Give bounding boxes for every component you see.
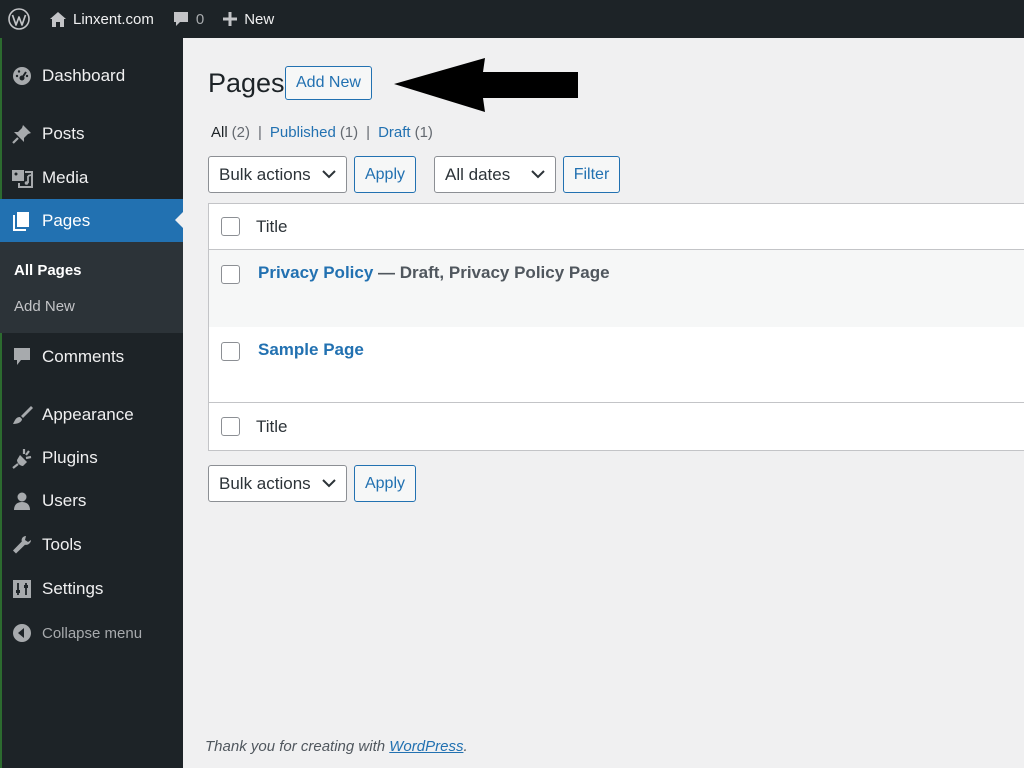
pages-table: Title Privacy Policy — Draft, Privacy Po…: [208, 203, 1024, 451]
sidebar-item-label: Dashboard: [42, 66, 126, 85]
wordpress-logo-icon[interactable]: [0, 0, 40, 38]
all-dates-select[interactable]: All dates: [434, 156, 556, 193]
sidebar-item-label: Media: [42, 168, 89, 187]
site-name-link[interactable]: Linxent.com: [40, 0, 163, 38]
page-state: — Draft, Privacy Policy Page: [373, 263, 610, 282]
submenu-item-add-new[interactable]: Add New: [14, 298, 75, 315]
wrench-icon: [10, 533, 34, 557]
bulk-actions-value: Bulk actions: [219, 473, 311, 493]
sidebar-item-label: Appearance: [42, 405, 134, 424]
sidebar-item-appearance[interactable]: Appearance: [0, 397, 183, 433]
filter-draft-count: (1): [414, 124, 433, 141]
comment-bubble-icon: [172, 11, 190, 28]
sidebar-item-comments[interactable]: Comments: [0, 339, 183, 375]
sidebar-item-label: Plugins: [42, 448, 98, 467]
footer-end: .: [463, 738, 468, 755]
sidebar-item-pages[interactable]: Pages: [0, 199, 183, 242]
row-checkbox[interactable]: [221, 265, 240, 284]
all-dates-value: All dates: [445, 164, 511, 184]
plus-icon: [222, 11, 238, 27]
select-all-checkbox-footer[interactable]: [221, 417, 240, 436]
filter-draft-link[interactable]: Draft (1): [378, 124, 433, 141]
table-footer-row: Title: [209, 403, 1024, 450]
home-icon: [49, 11, 67, 28]
select-all-checkbox[interactable]: [221, 217, 240, 236]
bulk-actions-value: Bulk actions: [219, 164, 311, 184]
sidebar-item-plugins[interactable]: Plugins: [0, 440, 183, 476]
pointer-arrow-icon: [394, 58, 578, 112]
column-footer-title[interactable]: Title: [256, 417, 288, 437]
status-filter-links: All (2) | Published (1) | Draft (1): [211, 124, 433, 141]
filter-button[interactable]: Filter: [563, 156, 620, 193]
sidebar-item-dashboard[interactable]: Dashboard: [0, 58, 183, 94]
new-content-link[interactable]: New: [213, 0, 283, 38]
chevron-down-icon: [322, 170, 336, 179]
submenu-item-all-pages[interactable]: All Pages: [14, 262, 82, 279]
pages-icon: [10, 209, 34, 233]
admin-bar: Linxent.com 0 New: [0, 0, 1024, 38]
row-title-link: Privacy Policy — Draft, Privacy Policy P…: [258, 263, 610, 283]
page-title-link[interactable]: Privacy Policy: [258, 263, 373, 282]
comments-link[interactable]: 0: [163, 0, 213, 38]
row-checkbox[interactable]: [221, 342, 240, 361]
pages-submenu: All Pages Add New: [0, 242, 183, 333]
sidebar-item-media[interactable]: Media: [0, 160, 183, 196]
table-row: Privacy Policy — Draft, Privacy Policy P…: [209, 250, 1024, 327]
brush-icon: [10, 403, 34, 427]
sidebar-item-tools[interactable]: Tools: [0, 527, 183, 563]
settings-icon: [10, 577, 34, 601]
sidebar-item-label: Comments: [42, 347, 125, 366]
user-icon: [10, 489, 34, 513]
page-title-link[interactable]: Sample Page: [258, 340, 364, 360]
footer-text: Thank you for creating with: [205, 738, 390, 755]
sidebar-item-label: Settings: [42, 579, 104, 598]
main-content: Pages Add New All (2) | Published (1) | Dr…: [183, 38, 1024, 768]
filter-published-count: (1): [339, 124, 359, 141]
sidebar-item-label: Pages: [42, 210, 91, 230]
plug-icon: [10, 446, 34, 470]
collapse-arrow-icon: [10, 621, 34, 645]
collapse-menu-button[interactable]: Collapse menu: [0, 615, 183, 651]
add-new-page-button[interactable]: Add New: [285, 66, 372, 100]
filter-all-count: (2): [231, 124, 251, 141]
sidebar-item-label: Posts: [42, 124, 85, 143]
sidebar-item-users[interactable]: Users: [0, 483, 183, 519]
column-header-title[interactable]: Title: [256, 217, 288, 237]
filter-published-link[interactable]: Published (1): [270, 124, 358, 141]
page-title: Pages: [208, 68, 285, 98]
filter-separator: |: [366, 124, 371, 141]
apply-button-bottom[interactable]: Apply: [354, 465, 416, 502]
site-name: Linxent.com: [73, 10, 154, 28]
pin-icon: [10, 122, 34, 146]
table-header-row: Title: [209, 204, 1024, 250]
bulk-actions-select-bottom[interactable]: Bulk actions: [208, 465, 347, 502]
media-icon: [10, 166, 34, 190]
sidebar-item-settings[interactable]: Settings: [0, 571, 183, 607]
bulk-actions-select[interactable]: Bulk actions: [208, 156, 347, 193]
dashboard-icon: [10, 64, 34, 88]
table-row: Sample Page: [209, 327, 1024, 403]
filter-all-link[interactable]: All (2): [211, 124, 250, 141]
new-label: New: [244, 10, 275, 28]
sidebar-item-label: Tools: [42, 535, 82, 554]
collapse-menu-label: Collapse menu: [42, 624, 143, 642]
chevron-down-icon: [531, 170, 545, 179]
apply-button[interactable]: Apply: [354, 156, 416, 193]
sidebar-item-posts[interactable]: Posts: [0, 116, 183, 152]
filter-separator: |: [258, 124, 262, 141]
chevron-down-icon: [322, 479, 336, 488]
comments-count: 0: [195, 10, 205, 28]
comment-icon: [10, 345, 34, 369]
footer-thankyou: Thank you for creating with WordPress.: [205, 738, 468, 755]
wordpress-link[interactable]: WordPress: [389, 738, 463, 755]
sidebar-item-label: Users: [42, 491, 87, 510]
admin-sidebar: Dashboard Posts Media Pages All Pages Ad…: [0, 38, 183, 768]
